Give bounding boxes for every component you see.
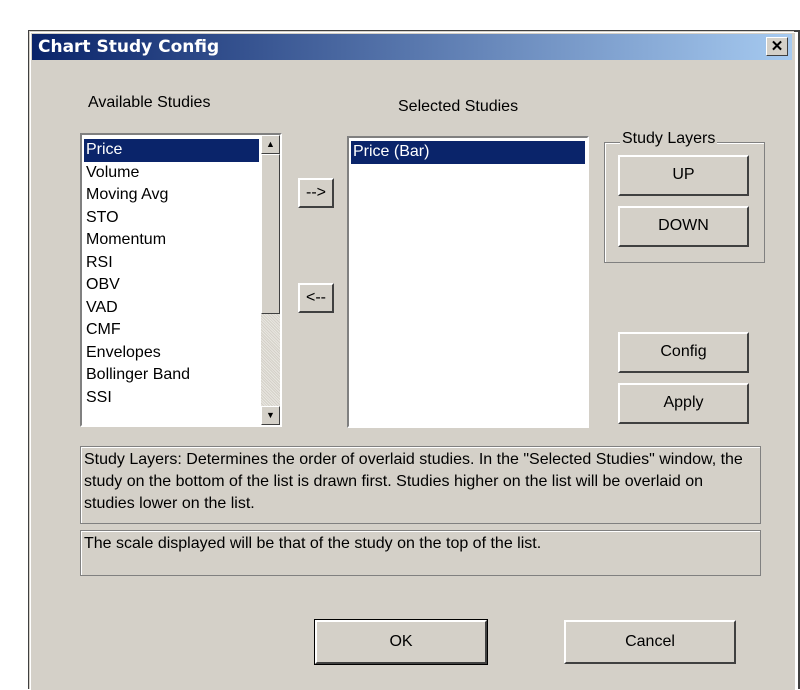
available-list-scrollbar[interactable]: ▲ ▼ — [261, 135, 280, 425]
close-button[interactable]: ✕ — [766, 37, 788, 56]
remove-study-button[interactable]: <-- — [298, 283, 334, 313]
scroll-up-arrow-icon[interactable]: ▲ — [261, 135, 280, 154]
selected-studies-list[interactable]: Price (Bar) — [347, 136, 589, 428]
scroll-thumb[interactable] — [261, 154, 280, 314]
list-item[interactable]: Momentum — [84, 229, 259, 252]
available-studies-label: Available Studies — [88, 94, 211, 111]
list-item[interactable]: STO — [84, 207, 259, 230]
list-item[interactable]: VAD — [84, 297, 259, 320]
list-item[interactable]: RSI — [84, 252, 259, 275]
list-item[interactable]: SSI — [84, 387, 259, 410]
ok-button[interactable]: OK — [314, 619, 488, 665]
layer-up-button[interactable]: UP — [618, 155, 749, 196]
list-item[interactable]: Price (Bar) — [351, 141, 585, 164]
study-layers-info: Study Layers: Determines the order of ov… — [80, 446, 761, 524]
list-item[interactable]: Price — [84, 139, 259, 162]
layer-down-button[interactable]: DOWN — [618, 206, 749, 247]
cancel-button[interactable]: Cancel — [564, 620, 736, 664]
list-item[interactable]: Envelopes — [84, 342, 259, 365]
list-item[interactable]: Moving Avg — [84, 184, 259, 207]
scroll-down-arrow-icon[interactable]: ▼ — [261, 406, 280, 425]
window-title: Chart Study Config — [38, 37, 220, 57]
close-icon: ✕ — [770, 38, 784, 55]
selected-studies-label: Selected Studies — [398, 98, 519, 115]
add-study-button[interactable]: --> — [298, 178, 334, 208]
list-item[interactable]: OBV — [84, 274, 259, 297]
config-button[interactable]: Config — [618, 332, 749, 373]
list-item[interactable]: Bollinger Band — [84, 364, 259, 387]
list-item[interactable]: Volume — [84, 162, 259, 185]
study-layers-group-title: Study Layers — [620, 130, 718, 148]
scale-info: The scale displayed will be that of the … — [80, 530, 761, 576]
title-bar[interactable]: Chart Study Config ✕ — [32, 34, 792, 60]
list-item[interactable]: CMF — [84, 319, 259, 342]
available-studies-list[interactable]: Price Volume Moving Avg STO Momentum RSI OBV VA… — [80, 133, 282, 427]
apply-button[interactable]: Apply — [618, 383, 749, 424]
